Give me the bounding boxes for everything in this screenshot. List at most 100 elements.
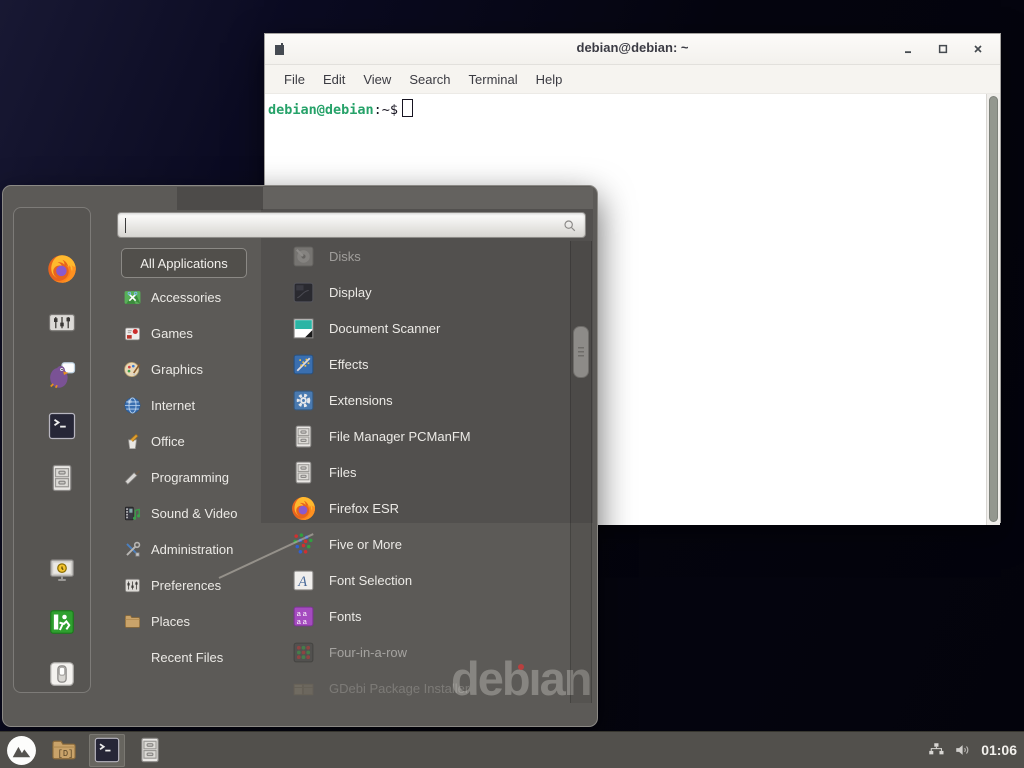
app-item-label: GDebi Package Installer bbox=[329, 681, 469, 696]
search-icon bbox=[562, 218, 578, 234]
sound-icon bbox=[123, 504, 142, 523]
menubar-item-edit[interactable]: Edit bbox=[314, 68, 354, 91]
app-item-label: Effects bbox=[329, 357, 369, 372]
fontsel-icon: A bbox=[291, 568, 316, 593]
category-recent-files[interactable]: Recent Files bbox=[123, 639, 273, 675]
app-item-display[interactable]: Display bbox=[291, 274, 571, 310]
app-item-disks[interactable]: Disks bbox=[291, 238, 571, 274]
terminal-scrollbar-thumb[interactable] bbox=[989, 96, 998, 522]
disks-icon bbox=[291, 244, 316, 269]
four-icon bbox=[291, 640, 316, 665]
menubar-item-help[interactable]: Help bbox=[527, 68, 572, 91]
category-graphics[interactable]: Graphics bbox=[123, 351, 273, 387]
launcher-file-manager[interactable]: [D] bbox=[46, 734, 82, 767]
search-bar bbox=[117, 212, 586, 238]
clock[interactable]: 01:06 bbox=[981, 742, 1017, 758]
category-label: Office bbox=[151, 434, 185, 449]
app-item-document-scanner[interactable]: Document Scanner bbox=[291, 310, 571, 346]
favorite-control-center-button[interactable] bbox=[47, 307, 77, 337]
network-icon[interactable] bbox=[927, 741, 945, 759]
app-item-label: Document Scanner bbox=[329, 321, 440, 336]
app-item-label: File Manager PCManFM bbox=[329, 429, 471, 444]
favorite-terminal-button[interactable] bbox=[47, 411, 77, 441]
file-manager-icon: [D] bbox=[50, 736, 78, 764]
menubar-item-search[interactable]: Search bbox=[400, 68, 459, 91]
cabinet-icon bbox=[291, 424, 316, 449]
terminal-scrollbar[interactable] bbox=[986, 94, 1000, 525]
menu-shading bbox=[177, 187, 263, 210]
app-item-label: Firefox ESR bbox=[329, 501, 399, 516]
search-input[interactable] bbox=[124, 215, 554, 235]
launcher-files[interactable] bbox=[132, 734, 168, 767]
favorite-screensaver-button[interactable] bbox=[47, 555, 77, 585]
app-item-five-or-more[interactable]: Five or More bbox=[291, 526, 571, 562]
volume-icon[interactable] bbox=[954, 741, 972, 759]
preferences-icon bbox=[123, 576, 142, 595]
menu-scrollbar-thumb[interactable] bbox=[573, 326, 589, 378]
menu-icon bbox=[6, 735, 37, 766]
favorite-firefox-button[interactable] bbox=[47, 254, 77, 284]
category-label: Graphics bbox=[151, 362, 203, 377]
category-label: Sound & Video bbox=[151, 506, 238, 521]
menubar-item-terminal[interactable]: Terminal bbox=[460, 68, 527, 91]
app-item-firefox-esr[interactable]: Firefox ESR bbox=[291, 490, 571, 526]
favorite-shutdown-button[interactable] bbox=[47, 659, 77, 689]
taskbar: [D] 01:06 bbox=[0, 731, 1024, 768]
terminal-menubar: FileEditViewSearchTerminalHelp bbox=[265, 65, 1000, 94]
category-accessories[interactable]: Accessories bbox=[123, 279, 273, 315]
terminal-icon bbox=[93, 736, 121, 764]
category-label: Accessories bbox=[151, 290, 221, 305]
terminal-titlebar[interactable]: debian@debian: ~ bbox=[265, 34, 1000, 65]
text-caret bbox=[125, 218, 126, 233]
app-item-label: Files bbox=[329, 465, 356, 480]
menu-scrollbar[interactable] bbox=[570, 241, 592, 703]
svg-text:A: A bbox=[297, 574, 307, 590]
category-label: Preferences bbox=[151, 578, 221, 593]
app-item-label: Font Selection bbox=[329, 573, 412, 588]
category-office[interactable]: Office bbox=[123, 423, 273, 459]
app-item-label: Four-in-a-row bbox=[329, 645, 407, 660]
admin-icon bbox=[123, 540, 142, 559]
category-sound-video[interactable]: Sound & Video bbox=[123, 495, 273, 531]
category-preferences[interactable]: Preferences bbox=[123, 567, 273, 603]
category-label: Internet bbox=[151, 398, 195, 413]
category-label: Places bbox=[151, 614, 190, 629]
extensions-icon bbox=[291, 388, 316, 413]
prompt-user-host: debian@debian bbox=[268, 102, 374, 118]
minimize-button[interactable] bbox=[902, 43, 914, 55]
app-item-extensions[interactable]: Extensions bbox=[291, 382, 571, 418]
app-item-effects[interactable]: Effects bbox=[291, 346, 571, 382]
filter-all-applications-button[interactable]: All Applications bbox=[121, 248, 247, 278]
maximize-button[interactable] bbox=[937, 43, 949, 55]
favorite-logout-button[interactable] bbox=[47, 607, 77, 637]
app-item-label: Disks bbox=[329, 249, 361, 264]
launcher-menu[interactable] bbox=[3, 734, 39, 767]
gdebi-icon bbox=[291, 676, 316, 701]
favorite-file-manager-button[interactable] bbox=[47, 463, 77, 493]
category-games[interactable]: Games bbox=[123, 315, 273, 351]
app-item-label: Display bbox=[329, 285, 372, 300]
category-programming[interactable]: Programming bbox=[123, 459, 273, 495]
app-item-file-manager-pcmanfm[interactable]: File Manager PCManFM bbox=[291, 418, 571, 454]
accessories-icon bbox=[123, 288, 142, 307]
favorites-column bbox=[13, 207, 91, 693]
application-list: Disks Display Document Scanner Effects Exten… bbox=[291, 238, 571, 706]
app-item-fonts[interactable]: a aa aFonts bbox=[291, 598, 571, 634]
launcher-terminal-active[interactable] bbox=[89, 734, 125, 767]
menubar-item-view[interactable]: View bbox=[354, 68, 400, 91]
app-item-four-in-a-row[interactable]: Four-in-a-row bbox=[291, 634, 571, 670]
system-tray: 01:06 bbox=[927, 741, 1024, 759]
files-icon bbox=[136, 736, 164, 764]
app-item-files[interactable]: Files bbox=[291, 454, 571, 490]
category-places[interactable]: Places bbox=[123, 603, 273, 639]
menu-shading bbox=[263, 187, 593, 209]
favorite-pidgin-button[interactable] bbox=[47, 359, 77, 389]
close-button[interactable] bbox=[972, 43, 984, 55]
internet-icon bbox=[123, 396, 142, 415]
category-internet[interactable]: Internet bbox=[123, 387, 273, 423]
menubar-item-file[interactable]: File bbox=[275, 68, 314, 91]
games-icon bbox=[123, 324, 142, 343]
cabinet-icon bbox=[291, 460, 316, 485]
app-item-font-selection[interactable]: A Font Selection bbox=[291, 562, 571, 598]
app-item-gdebi-package-installer[interactable]: GDebi Package Installer bbox=[291, 670, 571, 706]
